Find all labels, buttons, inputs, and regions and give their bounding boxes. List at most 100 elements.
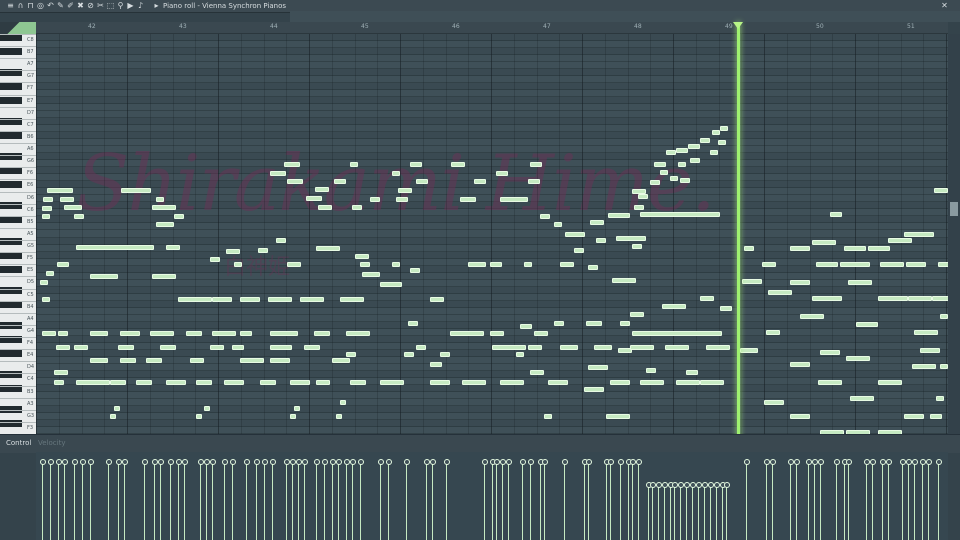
black-key[interactable] — [0, 97, 22, 105]
speaker-icon[interactable]: ♪ — [136, 1, 145, 10]
midi-note[interactable] — [940, 314, 948, 319]
midi-note[interactable] — [820, 350, 840, 355]
velocity-handle[interactable] — [80, 459, 86, 465]
midi-note[interactable] — [612, 278, 636, 283]
velocity-stem[interactable] — [820, 462, 821, 540]
velocity-stem[interactable] — [522, 462, 523, 540]
velocity-stem[interactable] — [632, 462, 633, 540]
midi-note[interactable] — [868, 246, 890, 251]
velocity-handle[interactable] — [222, 459, 228, 465]
midi-note[interactable] — [240, 358, 264, 363]
midi-note[interactable] — [410, 268, 420, 273]
velocity-handle[interactable] — [586, 459, 592, 465]
velocity-stem[interactable] — [446, 462, 447, 540]
midi-note[interactable] — [840, 262, 870, 267]
select-icon[interactable]: ⬚ — [106, 1, 115, 10]
midi-note[interactable] — [234, 262, 242, 267]
velocity-handle[interactable] — [210, 459, 216, 465]
midi-note[interactable] — [818, 380, 842, 385]
midi-note[interactable] — [565, 232, 585, 237]
velocity-stem[interactable] — [58, 462, 59, 540]
velocity-stem[interactable] — [686, 485, 687, 540]
midi-note[interactable] — [706, 345, 730, 350]
velocity-stem[interactable] — [432, 462, 433, 540]
velocity-handle[interactable] — [528, 459, 534, 465]
velocity-handle[interactable] — [378, 459, 384, 465]
midi-note[interactable] — [588, 365, 608, 370]
velocity-stem[interactable] — [844, 462, 845, 540]
midi-note[interactable] — [146, 358, 162, 363]
midi-note[interactable] — [584, 387, 604, 392]
midi-note[interactable] — [196, 380, 212, 385]
midi-note[interactable] — [110, 380, 126, 385]
midi-note[interactable] — [58, 331, 68, 336]
midi-note[interactable] — [76, 245, 154, 250]
velocity-handle[interactable] — [744, 459, 750, 465]
midi-note[interactable] — [676, 148, 688, 153]
velocity-stem[interactable] — [50, 462, 51, 540]
midi-note[interactable] — [450, 331, 484, 336]
midi-note[interactable] — [276, 238, 286, 243]
midi-note[interactable] — [904, 414, 924, 419]
midi-note[interactable] — [934, 188, 948, 193]
midi-note[interactable] — [64, 205, 82, 210]
velocity-handle[interactable] — [262, 459, 268, 465]
velocity-handle[interactable] — [770, 459, 776, 465]
pattern-overview[interactable] — [290, 11, 960, 22]
velocity-handle[interactable] — [636, 459, 642, 465]
playhead-marker[interactable] — [733, 22, 743, 29]
velocity-stem[interactable] — [272, 462, 273, 540]
velocity-stem[interactable] — [124, 462, 125, 540]
midi-note[interactable] — [744, 246, 754, 251]
bar-number[interactable]: 50 — [816, 23, 824, 30]
midi-note[interactable] — [630, 345, 654, 350]
midi-note[interactable] — [718, 140, 726, 145]
midi-note[interactable] — [398, 188, 412, 193]
midi-note[interactable] — [816, 262, 838, 267]
velocity-stem[interactable] — [224, 462, 225, 540]
midi-note[interactable] — [676, 380, 700, 385]
stamp-icon[interactable]: ⊓ — [26, 1, 35, 10]
black-key[interactable] — [0, 132, 22, 140]
midi-note[interactable] — [334, 179, 346, 184]
midi-note[interactable] — [304, 345, 320, 350]
velocity-handle[interactable] — [230, 459, 236, 465]
midi-note[interactable] — [47, 188, 73, 193]
velocity-stem[interactable] — [922, 462, 923, 540]
midi-note[interactable] — [290, 414, 296, 419]
velocity-stem[interactable] — [540, 462, 541, 540]
midi-note[interactable] — [240, 331, 252, 336]
velocity-stem[interactable] — [726, 485, 727, 540]
velocity-handle[interactable] — [912, 459, 918, 465]
undo-icon[interactable]: ↶ — [46, 1, 55, 10]
midi-note[interactable] — [396, 197, 408, 202]
velocity-stem[interactable] — [564, 462, 565, 540]
velocity-stem[interactable] — [610, 462, 611, 540]
midi-note[interactable] — [554, 222, 562, 227]
midi-note[interactable] — [632, 331, 722, 336]
bar-number[interactable]: 49 — [725, 23, 733, 30]
velocity-stem[interactable] — [304, 462, 305, 540]
midi-note[interactable] — [912, 364, 936, 369]
velocity-stem[interactable] — [346, 462, 347, 540]
velocity-handle[interactable] — [48, 459, 54, 465]
midi-note[interactable] — [121, 188, 151, 193]
midi-note[interactable] — [350, 380, 366, 385]
black-key[interactable] — [0, 48, 22, 56]
midi-note[interactable] — [152, 205, 176, 210]
midi-note[interactable] — [530, 370, 544, 375]
magnet-icon[interactable]: ∩ — [16, 1, 25, 10]
midi-note[interactable] — [294, 406, 300, 411]
midi-note[interactable] — [57, 262, 69, 267]
velocity-stem[interactable] — [292, 462, 293, 540]
midi-note[interactable] — [790, 362, 810, 367]
velocity-handle[interactable] — [444, 459, 450, 465]
velocity-handle[interactable] — [936, 459, 942, 465]
velocity-stem[interactable] — [628, 462, 629, 540]
midi-note[interactable] — [700, 380, 724, 385]
midi-note[interactable] — [268, 297, 292, 302]
midi-note[interactable] — [212, 331, 236, 336]
midi-note[interactable] — [90, 358, 108, 363]
midi-note[interactable] — [270, 331, 298, 336]
velocity-handle[interactable] — [430, 459, 436, 465]
